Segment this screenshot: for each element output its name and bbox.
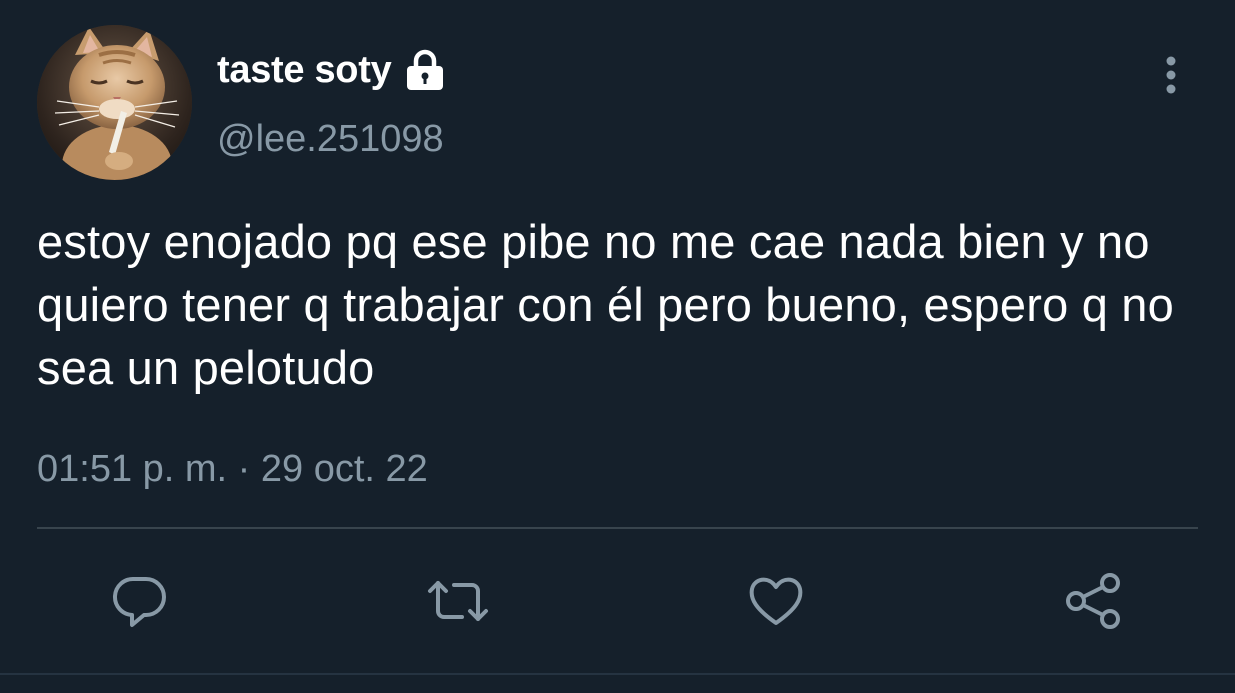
reply-icon <box>112 576 166 627</box>
reply-button[interactable] <box>104 565 176 637</box>
lock-icon <box>403 48 447 92</box>
retweet-icon <box>428 581 488 621</box>
divider <box>37 527 1198 529</box>
display-name[interactable]: taste soty <box>217 49 392 92</box>
share-icon <box>1066 573 1120 629</box>
user-handle[interactable]: @lee.251098 <box>217 118 444 161</box>
action-bar <box>0 565 1235 637</box>
tweet-card: taste soty @lee.251098 estoy enojado pq … <box>0 0 1235 693</box>
heart-icon <box>749 577 803 625</box>
cat-photo-avatar <box>37 25 192 180</box>
retweet-button[interactable] <box>422 565 494 637</box>
tweet-text: estoy enojado pq ese pibe no me cae nada… <box>37 215 1174 394</box>
more-vertical-icon[interactable] <box>1155 54 1187 96</box>
user-name-row: taste soty <box>217 48 447 92</box>
bottom-border <box>0 673 1235 675</box>
like-button[interactable] <box>740 565 812 637</box>
share-button[interactable] <box>1058 565 1130 637</box>
tweet-timestamp[interactable]: 01:51 p. m. · 29 oct. 22 <box>37 448 428 491</box>
avatar[interactable] <box>37 25 192 180</box>
